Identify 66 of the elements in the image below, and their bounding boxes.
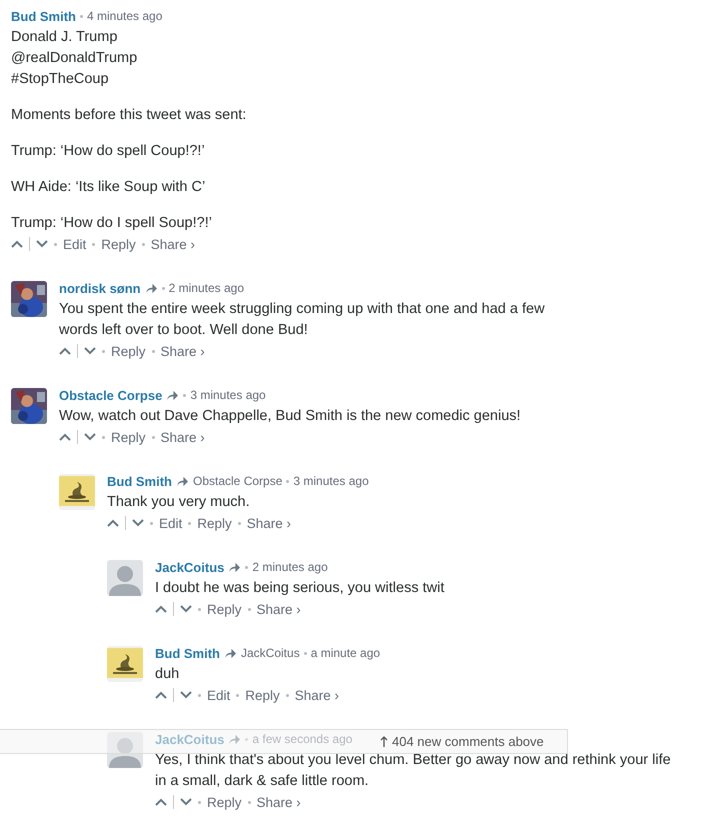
avatar-icon (107, 560, 143, 596)
arrow-up-icon[interactable] (380, 736, 388, 748)
avatar-icon (107, 732, 143, 768)
action-link[interactable]: Edit (159, 516, 182, 530)
reply-arrow-icon (224, 648, 237, 658)
action-link[interactable]: Share › (150, 236, 196, 252)
action-link[interactable]: Reply (197, 516, 232, 530)
author-name[interactable]: Obstacle Corpse (59, 388, 162, 402)
action-link[interactable]: Share › (256, 602, 301, 616)
comment-text: Trump: ‘How do spell Coup!?!’ (11, 142, 206, 161)
author-name[interactable]: JackCoitus (155, 560, 224, 574)
comment-text: WH Aide: ‘Its like Soup with C’ (11, 178, 206, 197)
downvote-icon[interactable] (180, 691, 192, 699)
reply-arrow-icon (176, 476, 189, 486)
upvote-icon[interactable] (59, 433, 71, 441)
reply-to-name[interactable]: Obstacle Corpse (193, 474, 282, 488)
comment-text: Moments before this tweet was sent: (11, 106, 248, 125)
downvote-icon[interactable] (36, 240, 48, 248)
action-link[interactable]: Reply (245, 688, 280, 702)
upvote-icon[interactable] (155, 691, 167, 699)
comment-text: You spent the entire week struggling coming up with that one and had a few words left over to boot. Well done Bud! (59, 300, 546, 340)
timestamp[interactable]: 4 minutes ago (87, 9, 162, 23)
timestamp[interactable]: 3 minutes ago (293, 474, 369, 488)
comment-text: Trump: ‘How do I spell Soup!?!’ (11, 214, 213, 233)
action-link[interactable]: Share › (160, 344, 205, 358)
timestamp[interactable]: 2 minutes ago (252, 560, 328, 574)
action-link[interactable]: Reply (207, 794, 242, 810)
action-link[interactable]: Reply (101, 236, 136, 252)
author-name[interactable]: nordisk sønn (59, 280, 141, 296)
downvote-icon[interactable] (180, 605, 192, 613)
downvote-icon[interactable] (180, 798, 192, 806)
downvote-icon[interactable] (132, 519, 144, 527)
comment-text: Donald J. Trump @realDonaldTrump #StopTheCoup (11, 28, 138, 89)
action-link[interactable]: Share › (160, 430, 205, 444)
comment-text: duh (155, 665, 180, 684)
upvote-icon[interactable] (155, 798, 167, 806)
upvote-icon[interactable] (107, 519, 119, 527)
downvote-icon[interactable] (84, 347, 96, 355)
downvote-icon[interactable] (84, 433, 96, 441)
comment-text: I doubt he was being serious, you witless twit (155, 579, 446, 598)
reply-arrow-icon (166, 390, 180, 400)
author-name[interactable]: Bud Smith (107, 474, 172, 488)
action-link[interactable]: Share › (246, 516, 292, 530)
action-link[interactable]: Reply (111, 344, 146, 358)
action-link[interactable]: Reply (207, 602, 242, 616)
reply-arrow-icon (228, 734, 242, 744)
author-name[interactable]: Bud Smith (11, 8, 76, 24)
upvote-icon[interactable] (59, 347, 71, 355)
author-name[interactable]: Bud Smith (155, 646, 220, 660)
reply-arrow-icon (228, 562, 242, 572)
timestamp[interactable]: a minute ago (310, 646, 380, 660)
action-link[interactable]: Share › (294, 688, 340, 702)
comment-text: Wow, watch out Dave Chappelle, Bud Smith is the new comedic genius! (59, 407, 522, 426)
action-link[interactable]: Share › (256, 794, 301, 810)
comment-text: Thank you very much. (107, 493, 251, 512)
new-comments-link[interactable]: 404 new comments above (392, 734, 544, 749)
upvote-icon[interactable] (11, 240, 23, 248)
timestamp[interactable]: 3 minutes ago (190, 388, 266, 402)
timestamp[interactable]: 2 minutes ago (168, 281, 244, 295)
action-link[interactable]: Edit (63, 236, 86, 252)
reply-to-name[interactable]: JackCoitus (241, 646, 300, 660)
action-link[interactable]: Reply (111, 430, 146, 444)
upvote-icon[interactable] (155, 605, 167, 613)
reply-arrow-icon (144, 282, 158, 294)
action-link[interactable]: Edit (207, 688, 230, 702)
comment-text: Yes, I think that's about you level chum. Better go away now and rethink your life in a small, dark & safe little room. (155, 751, 672, 791)
